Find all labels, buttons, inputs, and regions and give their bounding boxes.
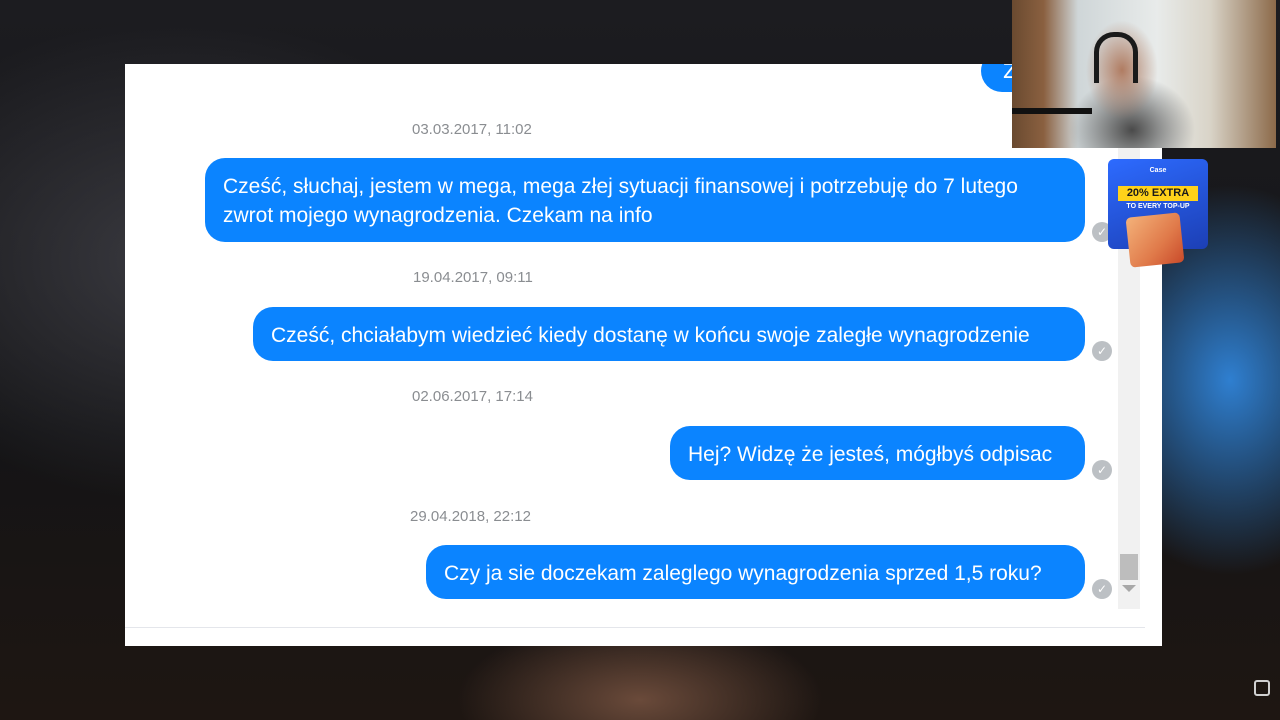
ad-banner[interactable]: Case 20% EXTRA TO EVERY TOP-UP	[1108, 159, 1208, 268]
microphone-icon	[1012, 108, 1092, 114]
ad-subline: TO EVERY TOP-UP	[1126, 203, 1190, 210]
fullscreen-icon[interactable]	[1254, 680, 1270, 696]
ad-headline: 20% EXTRA	[1118, 186, 1198, 201]
scrollbar-thumb[interactable]	[1120, 554, 1138, 580]
message-bubble[interactable]: Czy ja sie doczekam zaleglego wynagrodze…	[426, 545, 1085, 599]
gift-card-icon	[1125, 212, 1185, 268]
chat-window: Z 03.03.2017, 11:02 Cześć, słuchaj, jest…	[125, 64, 1162, 646]
message-text: Czy ja sie doczekam zaleglego wynagrodze…	[444, 562, 1042, 585]
webcam-overlay	[1012, 0, 1276, 148]
ad-brand: Case	[1149, 167, 1167, 174]
message-text: Cześć, chciałabym wiedzieć kiedy dostanę…	[271, 324, 1030, 347]
scroll-down-arrow-icon[interactable]	[1122, 585, 1136, 592]
message-timestamp: 29.04.2018, 22:12	[410, 508, 531, 525]
composer-divider	[125, 627, 1145, 628]
message-timestamp: 02.06.2017, 17:14	[412, 388, 533, 405]
message-bubble[interactable]: Cześć, słuchaj, jestem w mega, mega złej…	[205, 158, 1085, 242]
message-timestamp: 03.03.2017, 11:02	[412, 121, 532, 138]
headset-icon	[1094, 32, 1138, 83]
message-timestamp: 19.04.2017, 09:11	[413, 269, 533, 286]
message-bubble[interactable]: Cześć, chciałabym wiedzieć kiedy dostanę…	[253, 307, 1085, 361]
check-circle-icon: ✓	[1092, 579, 1112, 599]
message-text: Hej? Widzę że jesteś, mógłbyś odpisac	[688, 443, 1053, 466]
check-circle-icon: ✓	[1092, 460, 1112, 480]
message-bubble[interactable]: Hej? Widzę że jesteś, mógłbyś odpisac	[670, 426, 1085, 480]
message-text: Cześć, słuchaj, jestem w mega, mega złej…	[223, 175, 1018, 227]
check-circle-icon: ✓	[1092, 341, 1112, 361]
